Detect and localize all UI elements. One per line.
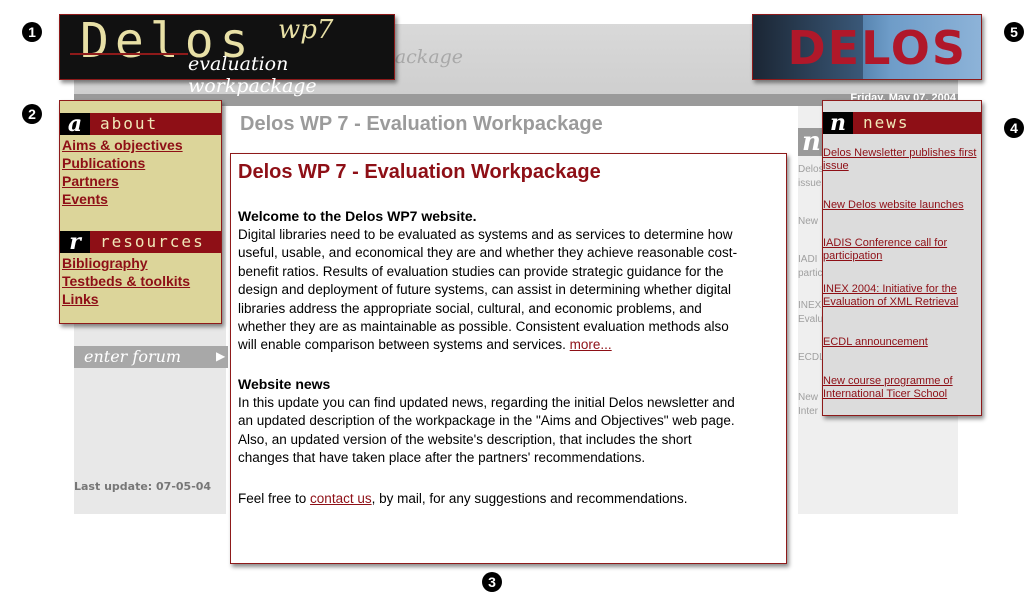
nav-link-bibliography[interactable]: Bibliography: [62, 255, 148, 271]
nav-link-aims-objectives[interactable]: Aims & objectives: [62, 137, 183, 153]
callout-marker-3: 3: [482, 572, 502, 592]
about-letter-icon: a: [60, 113, 90, 135]
ghost-news-text: Delos: [798, 164, 824, 175]
news-item-ecdl[interactable]: ECDL announcement: [823, 336, 979, 349]
website-news-paragraph: In this update you can find updated news…: [238, 395, 735, 466]
callout-marker-4: 4: [1004, 118, 1024, 138]
last-update-label: Last update: 07-05-04: [74, 480, 212, 493]
news-panel: n news Delos Newsletter publishes first …: [822, 100, 982, 416]
news-section-header: n news: [823, 112, 981, 134]
delos-banner-text: DELOS: [787, 21, 967, 75]
resources-section-title: resources: [100, 232, 205, 251]
news-item-ticer-school[interactable]: New course programme of International Ti…: [823, 375, 979, 401]
logo-underline: [70, 53, 188, 55]
resources-letter-icon: r: [60, 231, 90, 253]
callout-marker-2: 2: [22, 104, 42, 124]
ghost-news-text: INEX: [798, 300, 822, 311]
main-content-panel: Delos WP 7 - Evaluation Workpackage Welc…: [230, 153, 787, 564]
contact-us-link[interactable]: contact us: [310, 491, 372, 506]
resources-section-header: r resources: [60, 231, 221, 253]
callout-marker-1: 1: [22, 22, 42, 42]
nav-link-events[interactable]: Events: [62, 191, 108, 207]
nav-link-links[interactable]: Links: [62, 291, 99, 307]
nav-link-partners[interactable]: Partners: [62, 173, 119, 189]
nav-link-testbeds-toolkits[interactable]: Testbeds & toolkits: [62, 273, 190, 289]
about-section-header: a about: [60, 113, 221, 135]
ghost-news-text: New: [798, 216, 819, 227]
more-link[interactable]: more...: [570, 337, 612, 352]
about-section-title: about: [100, 114, 159, 133]
ghost-news-text: partic: [798, 268, 823, 279]
news-item-delos-newsletter[interactable]: Delos Newsletter publishes first issue: [823, 147, 979, 173]
news-section-title: news: [863, 113, 910, 132]
ghost-news-text: New: [798, 392, 819, 403]
ghost-news-text: Inter: [798, 406, 819, 417]
nav-link-publications[interactable]: Publications: [62, 155, 145, 171]
website-news-heading: Website news: [238, 376, 331, 392]
ghost-news-text: Evalu: [798, 314, 824, 325]
ghost-news-text: ECDL: [798, 352, 825, 363]
news-item-iadis-conference[interactable]: IADIS Conference call for participation: [823, 237, 979, 263]
background-heading-ghost: Delos WP 7 - Evaluation Workpackage: [240, 113, 603, 135]
logo-subtitle: evaluation workpackage: [188, 53, 317, 97]
news-letter-icon: n: [823, 112, 853, 134]
page-title: Delos WP 7 - Evaluation Workpackage: [238, 161, 601, 183]
welcome-heading: Welcome to the Delos WP7 website.: [238, 208, 477, 224]
ghost-news-text: IADI: [798, 254, 818, 265]
news-letter-ghost: n: [798, 128, 825, 156]
contact-paragraph: Feel free to contact us, by mail, for an…: [238, 491, 688, 506]
news-item-inex-2004[interactable]: INEX 2004: Initiative for the Evaluation…: [823, 283, 979, 309]
delos-banner-image[interactable]: DELOS: [752, 14, 982, 80]
welcome-paragraph: Digital libraries need to be evaluated a…: [238, 227, 738, 353]
enter-forum-label: enter forum: [84, 347, 182, 366]
left-navigation-panel: a about Aims & objectives Publications P…: [59, 100, 222, 324]
ghost-news-text: issue: [798, 178, 822, 189]
news-item-website-launch[interactable]: New Delos website launches: [823, 199, 979, 212]
logo-wp7: wp7: [278, 15, 334, 45]
play-arrow-icon: ▶: [216, 349, 226, 363]
callout-marker-5: 5: [1004, 22, 1024, 42]
delos-wp7-logo[interactable]: Delos wp7 evaluation workpackage: [59, 13, 395, 97]
